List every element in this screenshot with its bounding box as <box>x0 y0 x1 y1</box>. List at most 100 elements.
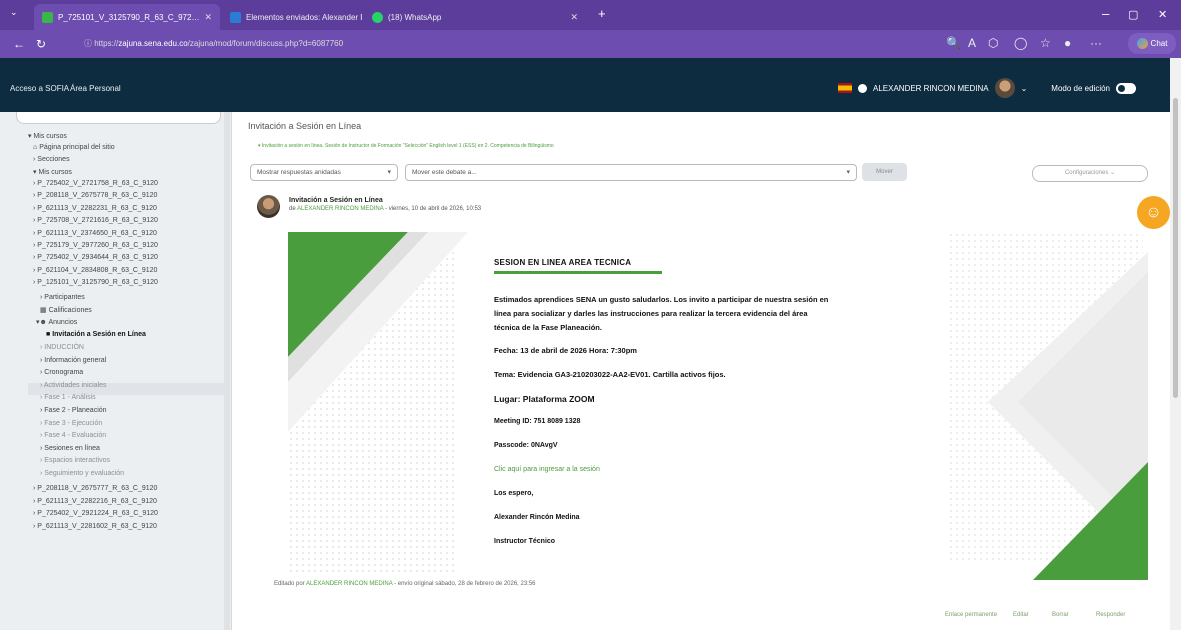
course-index-sidebar: ▾ Mis cursos ⌂ Página principal del siti… <box>0 112 232 630</box>
url-field[interactable]: ⓘ https://zajuna.sena.edu.co/zajuna/mod/… <box>78 35 958 53</box>
editor-link[interactable]: ALEXANDER RINCON MEDINA <box>306 581 392 587</box>
sidebar-course-item[interactable]: › P_621113_V_2282216_R_63_C_9120 <box>33 498 157 505</box>
sidebar-section-item[interactable]: › Seguimiento y evaluación <box>40 470 124 477</box>
move-button[interactable]: Mover <box>862 163 907 181</box>
permalink-link[interactable]: Enlace permanente <box>945 612 997 618</box>
chevron-down-icon[interactable]: ⌄ <box>1021 84 1028 93</box>
sidebar-section-item[interactable]: › Espacios interactivos <box>40 457 110 464</box>
sidebar-search-field[interactable] <box>16 112 221 124</box>
caret-down-icon: ▾ <box>387 169 391 176</box>
back-icon[interactable]: ← <box>8 37 30 51</box>
tab-outlook[interactable]: Elementos enviados: Alexander R… ✕ <box>222 4 362 30</box>
minimize-icon[interactable]: – <box>1102 6 1109 21</box>
browser-tab-bar: ⌄ P_725101_V_3125790_R_63_C_972… ✕ Eleme… <box>0 0 1181 30</box>
edit-mode-label: Modo de edición <box>1051 83 1110 93</box>
move-discussion-select[interactable]: Mover este debate a... ▾ <box>405 164 857 181</box>
profile-icon[interactable]: ● <box>1064 36 1071 50</box>
flyer-place: Lugar: Plataforma ZOOM <box>494 394 595 404</box>
delete-link[interactable]: Borrar <box>1052 612 1069 618</box>
flyer-date-time: Fecha: 13 de abril de 2026 Hora: 7:30pm <box>494 346 637 355</box>
sidebar-course-item[interactable]: › P_725179_V_2977260_R_63_C_9120 <box>33 242 158 249</box>
extension-icon[interactable]: ⬡ <box>988 36 998 50</box>
sidebar-item-current-discussion[interactable]: ■ Invitación a Sesión en Línea <box>46 331 146 338</box>
outlook-favicon-icon <box>230 11 241 23</box>
flyer-topic: Tema: Evidencia GA3-210203022-AA2-EV01. … <box>494 370 726 379</box>
tab-whatsapp[interactable]: (18) WhatsApp ✕ <box>364 4 586 30</box>
sidebar-section-item[interactable]: › Cronograma <box>40 369 83 376</box>
assistant-bot-icon[interactable]: ☺ <box>1137 196 1170 229</box>
sidebar-course-item[interactable]: › P_621104_V_2834808_R_63_C_9120 <box>33 267 157 274</box>
sidebar-course-item[interactable]: › P_621113_V_2374650_R_63_C_9120 <box>33 230 157 237</box>
sidebar-section-item[interactable]: › Fase 3 - Ejecución <box>40 420 102 427</box>
user-name[interactable]: ALEXANDER RINCON MEDINA <box>873 84 989 93</box>
read-aloud-icon[interactable]: A <box>968 36 976 50</box>
scrollbar-thumb[interactable] <box>1173 98 1178 398</box>
sidebar-item-mis-cursos-2[interactable]: ▾ Mis cursos <box>33 168 72 176</box>
sidebar-item-secciones[interactable]: › Secciones <box>33 156 70 163</box>
tab-forum[interactable]: P_725101_V_3125790_R_63_C_972… ✕ <box>34 4 220 30</box>
post-author-avatar[interactable] <box>257 195 280 218</box>
sidebar-section-item[interactable]: › Sesiones en línea <box>40 445 100 452</box>
sidebar-course-item[interactable]: › P_208118_V_2675778_R_63_C_9120 <box>33 192 157 199</box>
new-tab-icon[interactable]: + <box>598 6 606 21</box>
favorites-icon[interactable]: ☆ <box>1040 36 1051 50</box>
post-title: Invitación a Sesión en Línea <box>289 197 383 204</box>
maximize-icon[interactable]: ▢ <box>1128 8 1138 21</box>
sidebar-course-item[interactable]: › P_725402_V_2934644_R_63_C_9120 <box>33 254 158 261</box>
link-area-personal[interactable]: Área Personal <box>70 84 121 93</box>
display-mode-select[interactable]: Mostrar respuestas anidadas ▾ <box>250 164 398 181</box>
flyer-closing: Los espero, <box>494 490 534 497</box>
link-sofia[interactable]: Acceso a SOFIA <box>10 84 69 93</box>
flyer-meeting-id: Meeting ID: 751 8089 1328 <box>494 418 581 425</box>
whatsapp-favicon-icon <box>372 11 383 23</box>
copilot-chat-button[interactable]: Chat <box>1128 33 1176 54</box>
sidebar-course-item[interactable]: › P_621113_V_2281602_R_63_C_9120 <box>33 523 157 530</box>
page-scrollbar[interactable] <box>1170 58 1181 630</box>
sidebar-section-item[interactable]: › Actividades iniciales <box>40 382 107 389</box>
zoom-icon[interactable]: 🔍 <box>946 36 961 50</box>
chat-bubble-icon[interactable] <box>858 83 867 93</box>
discussion-breadcrumb[interactable]: ▾ Invitación a sesión en línea. Sesión d… <box>258 143 554 149</box>
zoom-join-link[interactable]: Clic aquí para ingresar a la sesión <box>494 466 600 473</box>
edit-link[interactable]: Editar <box>1013 612 1029 618</box>
close-icon[interactable]: ✕ <box>204 12 212 23</box>
invitation-flyer-graphic <box>288 232 1148 582</box>
sidebar-course-item[interactable]: › P_725402_V_2921224_R_63_C_9120 <box>33 510 158 517</box>
sidebar-item-anuncios[interactable]: ▾☻ Anuncios <box>36 318 77 326</box>
sidebar-course-item[interactable]: › P_125101_V_3125790_R_63_C_9120 <box>33 279 158 286</box>
refresh-icon[interactable]: ↻ <box>30 37 52 51</box>
forum-icon: ☻ <box>39 319 47 326</box>
flyer-passcode: Passcode: 0NAvgV <box>494 442 558 449</box>
home-icon: ⌂ <box>33 144 38 151</box>
flyer-intro: Estimados aprendices SENA un gusto salud… <box>494 295 829 332</box>
copilot-icon <box>1136 38 1148 49</box>
post-author-link[interactable]: ALEXANDER RINCON MEDINA <box>297 206 383 212</box>
post-meta: de ALEXANDER RINCON MEDINA - viernes, 10… <box>289 206 482 212</box>
language-flag-icon[interactable] <box>838 83 852 93</box>
tab-list-icon[interactable]: ⌄ <box>10 7 18 18</box>
settings-button[interactable]: Configuraciones ⌄ <box>1032 165 1148 182</box>
page-title: Invitación a Sesión en Línea <box>248 121 362 131</box>
sidebar-course-item[interactable]: › P_725402_V_2721758_R_63_C_9120 <box>33 180 158 187</box>
sidebar-item-home[interactable]: ⌂ Página principal del sitio <box>33 144 115 151</box>
sidebar-section-item[interactable]: › Fase 1 - Análisis <box>40 394 96 401</box>
sidebar-section-item[interactable]: › Fase 2 - Planeación <box>40 407 107 414</box>
shield-icon[interactable]: ◯ <box>1014 36 1027 50</box>
grades-icon: ▦ <box>40 307 47 314</box>
sidebar-item-calificaciones[interactable]: ▦ Calificaciones <box>40 306 92 314</box>
close-icon[interactable]: ✕ <box>570 12 578 23</box>
sidebar-item-participantes[interactable]: › Participantes <box>40 294 85 301</box>
sidebar-item-mis-cursos[interactable]: ▾ Mis cursos <box>28 132 67 140</box>
user-avatar[interactable] <box>994 78 1015 98</box>
sidebar-scrollbar[interactable] <box>224 112 230 630</box>
sidebar-section-item[interactable]: › Información general <box>40 357 106 364</box>
more-icon[interactable]: ··· <box>1090 36 1102 50</box>
sidebar-course-item[interactable]: › P_621113_V_2282231_R_63_C_9120 <box>33 205 157 212</box>
edit-mode-toggle[interactable] <box>1116 82 1136 94</box>
sidebar-section-item[interactable]: › INDUCCIÓN <box>40 344 84 351</box>
reply-link[interactable]: Responder <box>1096 612 1125 618</box>
close-window-icon[interactable]: ✕ <box>1158 8 1167 21</box>
sidebar-course-item[interactable]: › P_725708_V_2721616_R_63_C_9120 <box>33 217 158 224</box>
sidebar-course-item[interactable]: › P_208118_V_2675777_R_63_C_9120 <box>33 485 157 492</box>
sidebar-section-item[interactable]: › Fase 4 - Evaluación <box>40 432 106 439</box>
